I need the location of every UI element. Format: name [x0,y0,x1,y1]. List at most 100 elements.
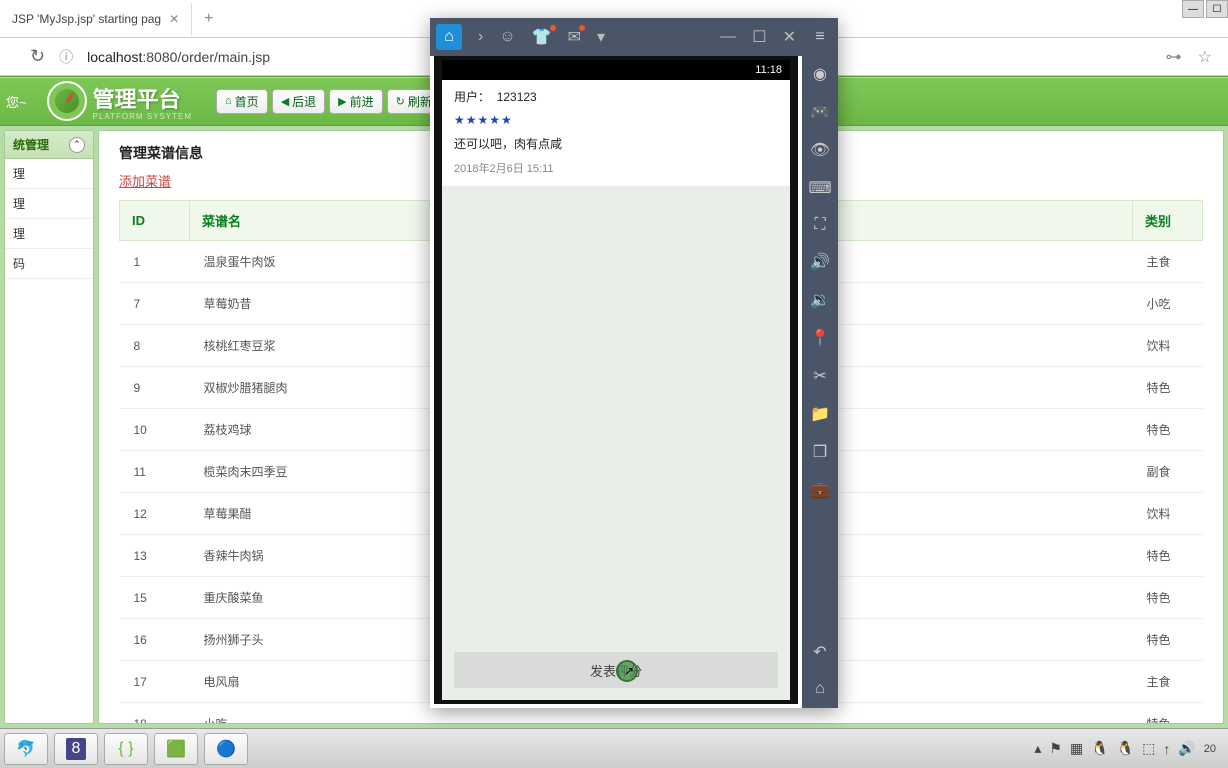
review-text: 还可以吧，肉有点咸 [442,131,790,156]
url-display[interactable]: localhost:8080/order/main.jsp [87,49,270,65]
review-date: 2018年2月6日 15:11 [442,156,790,186]
cell-id: 8 [120,325,190,367]
taskbar-app[interactable]: 🔵 [204,733,248,765]
android-home-icon[interactable]: ⌂ [815,680,825,698]
chevron-right-icon[interactable]: › [478,28,483,46]
tab-title: JSP 'MyJsp.jsp' starting pag [12,12,161,26]
browser-tab[interactable]: JSP 'MyJsp.jsp' starting pag ✕ [0,3,192,35]
taskbar-app[interactable]: 🟩 [154,733,198,765]
cell-id: 18 [120,703,190,725]
shirt-icon[interactable]: 👕 [532,27,552,47]
welcome-text: 您~ [6,92,27,111]
chrome-icon: 🔵 [216,739,236,759]
window-maximize-button[interactable]: ☐ [1206,0,1228,18]
copy-icon[interactable]: ❐ [813,442,827,462]
review-user: 用户： 123123 [442,80,790,113]
volume-down-icon[interactable]: 🔉 [810,290,830,310]
sidebar-header[interactable]: 统管理 ⌃ [5,131,93,159]
taskbar-app[interactable]: { } [104,733,148,765]
cell-cat: 小吃 [1133,283,1203,325]
tray-icon[interactable]: 🐧 [1091,740,1108,757]
location-icon[interactable]: 📍 [810,328,830,348]
taskbar-app[interactable]: 🐬 [4,733,48,765]
eye-icon[interactable]: 👁 [810,140,830,160]
tray-icon[interactable]: ▦ [1070,740,1083,757]
mail-icon[interactable]: ✉ [568,27,581,47]
reload-icon[interactable]: ↻ [30,46,45,67]
site-info-icon[interactable]: ⓘ [59,47,73,67]
emulator-minimize-icon[interactable]: — [720,28,736,46]
settings-icon[interactable]: ◉ [813,64,827,84]
dropdown-icon[interactable]: ▾ [597,27,605,47]
logo-icon [47,81,87,121]
window-minimize-button[interactable]: — [1182,0,1204,18]
emulator-maximize-icon[interactable]: ☐ [752,27,766,47]
rating-stars: ★★★★★ [442,113,790,131]
tray-up-icon[interactable]: ▴ [1034,740,1041,757]
dolphin-icon: 🐬 [16,739,36,759]
add-recipe-link[interactable]: 添加菜谱 [119,171,171,190]
app-title: 管理平台 [93,82,192,114]
key-icon[interactable]: ⊶ [1166,47,1182,67]
cell-id: 15 [120,577,190,619]
emulator-close-icon[interactable]: ✕ [783,27,796,47]
cell-cat: 特色 [1133,577,1203,619]
back-button[interactable]: ◀后退 [272,89,325,114]
cell-id: 11 [120,451,190,493]
briefcase-icon[interactable]: 💼 [810,480,830,500]
forward-arrow-icon: ▶ [338,95,346,108]
emulator-screen: 11:18 用户： 123123 ★★★★★ 还可以吧，肉有点咸 2018年2月… [434,56,798,704]
taskbar-app[interactable]: 8 [54,733,98,765]
system-tray[interactable]: ▴ ⚑ ▦ 🐧 🐧 ⬚ ↑ 🔊 20 [1034,740,1224,757]
close-icon[interactable]: ✕ [169,12,179,26]
volume-up-icon[interactable]: 🔊 [810,252,830,272]
emulator-home-icon[interactable]: ⌂ [436,24,462,50]
menu-icon[interactable]: ≡ [815,28,824,46]
tray-icon[interactable]: 🐧 [1117,740,1134,757]
refresh-icon: ↻ [396,95,405,108]
cell-id: 16 [120,619,190,661]
cell-cat: 特色 [1133,535,1203,577]
cell-cat: 饮料 [1133,325,1203,367]
cell-id: 17 [120,661,190,703]
cell-id: 13 [120,535,190,577]
cell-cat: 主食 [1133,661,1203,703]
sidebar-item[interactable]: 码 [5,249,93,279]
cell-cat: 特色 [1133,367,1203,409]
tray-clock[interactable]: 20 [1204,743,1216,755]
tray-icon[interactable]: ↑ [1163,741,1170,757]
star-icon[interactable]: ☆ [1198,47,1212,67]
sidebar: 统管理 ⌃ 理 理 理 码 [4,130,94,724]
new-tab-button[interactable]: + [192,10,225,28]
cell-cat: 饮料 [1133,493,1203,535]
forward-button[interactable]: ▶前进 [329,89,382,114]
android-emulator: ⌂ › ☺ 👕 ✉ ▾ — ☐ ✕ 11:18 用户： 123123 ★★★★★… [430,18,838,708]
tray-sound-icon[interactable]: 🔊 [1178,740,1195,757]
sidebar-item[interactable]: 理 [5,219,93,249]
number-icon: 8 [66,738,87,760]
cell-cat: 副食 [1133,451,1203,493]
cell-id: 1 [120,241,190,283]
emulator-sidebar: ≡ ◉ 🎮 👁 ⌨ ⛶ 🔊 🔉 📍 ✂ 📁 ❐ 💼 ↶ ⌂ [802,18,838,708]
app-subtitle: PLATFORM SYSYTEM [93,112,192,121]
folder-icon[interactable]: 📁 [810,404,830,424]
gamepad-icon[interactable]: 🎮 [810,102,830,122]
cell-cat: 主食 [1133,241,1203,283]
cell-id: 10 [120,409,190,451]
android-back-icon[interactable]: ↶ [813,642,826,662]
home-button[interactable]: ⌂首页 [216,89,268,114]
tray-icon[interactable]: ⚑ [1049,740,1062,757]
sidebar-item[interactable]: 理 [5,189,93,219]
tray-icon[interactable]: ⬚ [1142,740,1155,757]
collapse-icon[interactable]: ⌃ [69,137,85,153]
user-icon[interactable]: ☺ [499,28,515,46]
cell-cat: 特色 [1133,619,1203,661]
sidebar-item[interactable]: 理 [5,159,93,189]
emulator-toolbar: ⌂ › ☺ 👕 ✉ ▾ — ☐ ✕ [430,18,802,56]
scissors-icon[interactable]: ✂ [813,366,826,386]
keyboard-icon[interactable]: ⌨ [808,178,831,198]
cell-id: 9 [120,367,190,409]
fullscreen-icon[interactable]: ⛶ [814,216,825,234]
cursor-icon [616,660,638,682]
cell-cat: 特色 [1133,703,1203,725]
